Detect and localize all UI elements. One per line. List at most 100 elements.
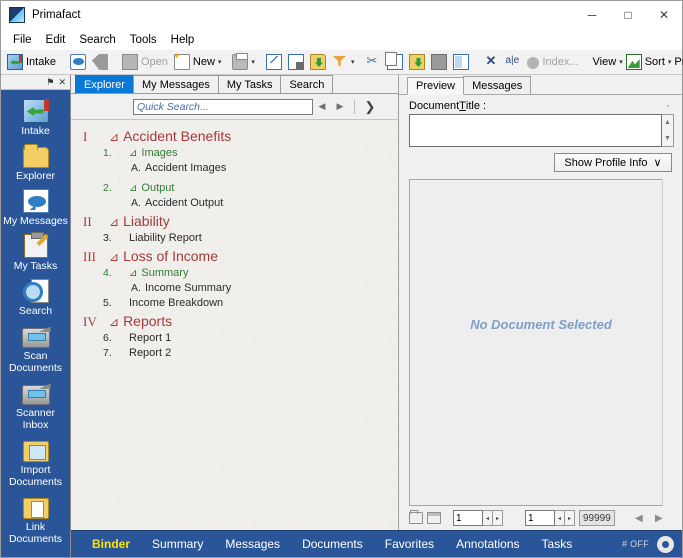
search-prev-icon[interactable]: ◀ (313, 98, 331, 116)
tab-messages[interactable]: Messages (463, 76, 532, 94)
document-spinner[interactable]: ◂ ▸ (525, 510, 575, 526)
document-title-input[interactable] (409, 114, 662, 147)
tree-row[interactable]: A. Accident Images (71, 161, 398, 176)
tree-row[interactable]: 2. ⊿ Output (71, 181, 398, 196)
tag-button[interactable] (89, 52, 111, 73)
scroll-up-icon[interactable]: ▲ (662, 115, 673, 131)
open-button[interactable]: Open (119, 52, 171, 73)
bubble-button[interactable] (67, 52, 89, 73)
duplicate-button[interactable] (428, 52, 450, 73)
sidebar-item-search[interactable]: Search (1, 277, 70, 322)
rename-button[interactable] (502, 52, 524, 73)
print-button[interactable] (229, 52, 251, 73)
collapse-triangle-icon[interactable]: ⊿ (109, 316, 119, 328)
tree-row[interactable]: IV ⊿ Reports (71, 311, 398, 331)
sidebar-item-import-documents[interactable]: Import Documents (1, 436, 70, 493)
tree-row[interactable]: 1. ⊿ Images (71, 146, 398, 161)
menu-search[interactable]: Search (72, 32, 122, 48)
tree-row[interactable]: 5. Income Breakdown (71, 296, 398, 311)
sort-button[interactable]: Sort (623, 52, 668, 73)
page-spin-down-icon[interactable]: ◂ (483, 510, 493, 526)
gear-icon[interactable] (655, 533, 676, 555)
intake-button[interactable]: Intake (4, 52, 59, 73)
tab-search[interactable]: Search (280, 75, 334, 93)
collapse-triangle-icon[interactable]: ⊿ (129, 184, 137, 194)
document-spin-down-icon[interactable]: ◂ (555, 510, 565, 526)
paste-button[interactable] (406, 52, 428, 73)
tree-row[interactable]: I ⊿ Accident Benefits (71, 126, 398, 146)
collapse-triangle-icon[interactable]: ⊿ (109, 216, 119, 228)
search-next-icon[interactable]: ▶ (331, 98, 349, 116)
new-button[interactable]: New (171, 51, 218, 73)
document-pages-button[interactable] (450, 52, 472, 73)
new-dropdown-caret-icon[interactable]: ▾ (218, 54, 222, 70)
collapse-triangle-icon[interactable]: ⊿ (129, 149, 137, 159)
pager-prev-icon[interactable]: ◀ (631, 510, 647, 526)
print-dropdown-caret-icon[interactable]: ▾ (251, 54, 255, 70)
collapse-triangle-icon[interactable]: ⊿ (109, 251, 119, 263)
bottom-tab-documents[interactable]: Documents (291, 531, 374, 558)
sidebar-item-my-messages[interactable]: My Messages (1, 187, 70, 232)
filter-dropdown-caret-icon[interactable]: ▾ (351, 54, 355, 70)
tab-my-tasks[interactable]: My Tasks (217, 75, 282, 93)
page-spin-up-icon[interactable]: ▸ (493, 510, 503, 526)
bottom-tab-favorites[interactable]: Favorites (374, 531, 445, 558)
document-title-scroll[interactable]: ▲ ▼ (662, 114, 674, 147)
tree-row[interactable]: A. Accident Output (71, 196, 398, 211)
pin-icon[interactable]: ⚑ (46, 77, 54, 87)
sidebar-item-link-documents[interactable]: Link Documents (1, 493, 70, 550)
folder-outline-icon[interactable] (409, 510, 423, 524)
folder-download-button[interactable] (307, 52, 329, 73)
tree-row[interactable]: 7. Report 2 (71, 346, 398, 361)
productions-button[interactable]: Productions (671, 52, 683, 73)
bottom-tab-annotations[interactable]: Annotations (445, 531, 530, 558)
sidebar-item-scanner-inbox[interactable]: Scanner Inbox (1, 379, 70, 436)
page-spinner[interactable]: ◂ ▸ (453, 510, 503, 526)
mail-properties-button[interactable] (285, 52, 307, 73)
tab-preview[interactable]: Preview (407, 77, 465, 95)
pager-next-icon[interactable]: ▶ (651, 510, 667, 526)
menu-tools[interactable]: Tools (123, 32, 164, 48)
document-number-input[interactable] (525, 510, 555, 526)
scroll-down-icon[interactable]: ▼ (662, 131, 673, 147)
close-button[interactable]: ✕ (646, 1, 682, 29)
menu-edit[interactable]: Edit (39, 32, 73, 48)
collapse-triangle-icon[interactable]: ⊿ (109, 131, 119, 143)
delete-button[interactable] (480, 52, 502, 73)
close-icon[interactable]: ✕ (58, 77, 66, 87)
copy-button[interactable] (384, 52, 406, 73)
document-spin-up-icon[interactable]: ▸ (565, 510, 575, 526)
viewer-scrollbar[interactable] (662, 179, 673, 506)
cut-button[interactable] (362, 52, 384, 73)
tree-row[interactable]: A. Income Summary (71, 281, 398, 296)
filter-button[interactable] (329, 52, 351, 73)
sidebar-item-explorer[interactable]: Explorer (1, 142, 70, 187)
menu-file[interactable]: File (6, 32, 39, 48)
minimize-button[interactable]: ─ (574, 1, 610, 29)
bottom-tab-tasks[interactable]: Tasks (531, 531, 584, 558)
mail-button[interactable] (263, 52, 285, 73)
tree-row[interactable]: II ⊿ Liability (71, 211, 398, 231)
bottom-tab-summary[interactable]: Summary (141, 531, 214, 558)
sidebar-item-my-tasks[interactable]: My Tasks (1, 232, 70, 277)
search-input[interactable] (133, 98, 313, 115)
sidebar-item-intake[interactable]: Intake (1, 97, 70, 142)
show-profile-info-button[interactable]: Show Profile Info ∨ (554, 153, 672, 172)
window-outline-icon[interactable] (427, 512, 441, 524)
bottom-tab-binder[interactable]: Binder (81, 531, 141, 558)
page-number-input[interactable] (453, 510, 483, 526)
tab-explorer[interactable]: Explorer (75, 75, 134, 93)
view-button[interactable]: View (590, 52, 620, 73)
tree-row[interactable]: 4. ⊿ Summary (71, 266, 398, 281)
tree-row[interactable]: III ⊿ Loss of Income (71, 246, 398, 266)
tab-my-messages[interactable]: My Messages (132, 75, 219, 93)
bottom-tab-messages[interactable]: Messages (214, 531, 291, 558)
tree-row[interactable]: 6. Report 1 (71, 331, 398, 346)
index-button[interactable]: Index... (524, 52, 581, 73)
collapse-triangle-icon[interactable]: ⊿ (129, 269, 137, 279)
tree-row[interactable]: 3. Liability Report (71, 231, 398, 246)
menu-help[interactable]: Help (164, 32, 202, 48)
search-go-icon[interactable]: ❯ (360, 98, 380, 116)
document-viewer[interactable]: No Document Selected (409, 179, 673, 506)
sidebar-item-scan-documents[interactable]: Scan Documents (1, 322, 70, 379)
